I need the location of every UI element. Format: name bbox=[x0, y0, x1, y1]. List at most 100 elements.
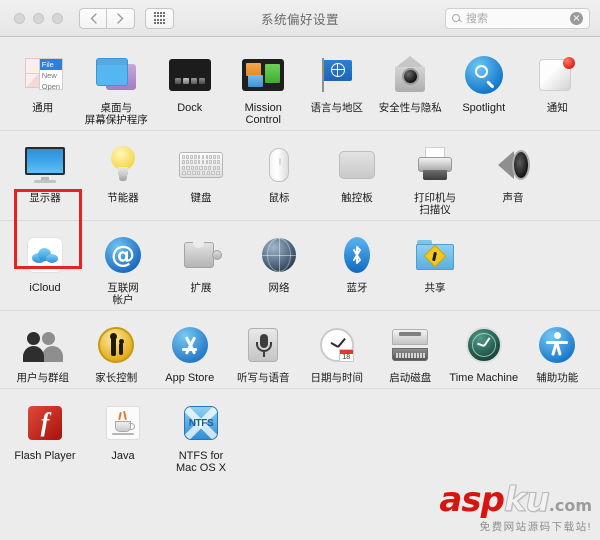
extensions-icon bbox=[179, 233, 223, 277]
pref-displays[interactable]: 显示器 bbox=[8, 137, 82, 216]
pref-label: Time Machine bbox=[449, 372, 519, 384]
pref-label: 互联网 帐户 bbox=[107, 282, 139, 306]
pref-printers-scanners[interactable]: 打印机与 扫描仪 bbox=[398, 137, 472, 216]
users-groups-icon bbox=[21, 323, 65, 367]
pref-date-time[interactable]: 18 日期与时间 bbox=[302, 317, 372, 384]
pref-label: Spotlight bbox=[462, 102, 506, 114]
titlebar: 系统偏好设置 搜索 × bbox=[0, 0, 600, 37]
close-button[interactable] bbox=[14, 12, 25, 24]
displays-icon bbox=[23, 143, 67, 187]
app-store-icon bbox=[168, 323, 212, 367]
pref-label: 节能器 bbox=[107, 192, 139, 204]
notifications-icon bbox=[535, 53, 579, 97]
icloud-icon bbox=[23, 233, 67, 277]
traffic-lights bbox=[14, 12, 63, 24]
pref-general[interactable]: File New Open 通用 bbox=[8, 47, 78, 126]
pref-mouse[interactable]: 鼠标 bbox=[242, 137, 316, 216]
mouse-icon bbox=[257, 143, 301, 187]
pref-label: 启动磁盘 bbox=[389, 372, 432, 384]
startup-disk-icon bbox=[388, 323, 432, 367]
pref-flash-player[interactable]: f Flash Player bbox=[8, 395, 82, 474]
pref-trackpad[interactable]: 触控板 bbox=[320, 137, 394, 216]
general-icon: File New Open bbox=[21, 53, 65, 97]
pref-energy-saver[interactable]: 节能器 bbox=[86, 137, 160, 216]
watermark-ku: ku bbox=[503, 480, 550, 520]
date-time-icon: 18 bbox=[315, 323, 359, 367]
pref-label: 触控板 bbox=[341, 192, 373, 204]
pref-label: NTFS for Mac OS X bbox=[175, 450, 227, 474]
pref-label: 蓝牙 bbox=[346, 282, 368, 294]
pref-label: 声音 bbox=[502, 192, 524, 204]
bluetooth-rune-icon bbox=[353, 246, 361, 264]
pref-label: 辅助功能 bbox=[536, 372, 579, 384]
search-icon bbox=[452, 14, 460, 22]
ntfs-icon: NTFS bbox=[179, 401, 223, 445]
watermark-com: .com bbox=[548, 496, 592, 515]
pref-spotlight[interactable]: Spotlight bbox=[449, 47, 519, 126]
pref-dock[interactable]: Dock bbox=[155, 47, 225, 126]
pref-label: 通用 bbox=[32, 102, 54, 114]
parental-controls-icon bbox=[94, 323, 138, 367]
pref-users-groups[interactable]: 用户与群组 bbox=[8, 317, 78, 384]
pref-label: 键盘 bbox=[190, 192, 212, 204]
pref-ntfs[interactable]: NTFS NTFS for Mac OS X bbox=[164, 395, 238, 474]
back-button[interactable] bbox=[79, 7, 107, 29]
pref-mission-control[interactable]: Mission Control bbox=[229, 47, 299, 126]
pref-java[interactable]: Java bbox=[86, 395, 160, 474]
pref-startup-disk[interactable]: 启动磁盘 bbox=[376, 317, 446, 384]
java-icon bbox=[101, 401, 145, 445]
flash-player-icon: f bbox=[23, 401, 67, 445]
dock-icon bbox=[168, 53, 212, 97]
minimize-button[interactable] bbox=[33, 12, 44, 24]
calendar-day: 18 bbox=[342, 354, 351, 361]
watermark-asp: asp bbox=[439, 480, 505, 520]
trackpad-icon bbox=[335, 143, 379, 187]
pref-desktop-screensaver[interactable]: 桌面与 屏幕保护程序 bbox=[82, 47, 152, 126]
pref-notifications[interactable]: 通知 bbox=[523, 47, 593, 126]
pref-sound[interactable]: 声音 bbox=[476, 137, 550, 216]
pref-accessibility[interactable]: 辅助功能 bbox=[523, 317, 593, 384]
pref-app-store[interactable]: App Store bbox=[155, 317, 225, 384]
pref-icloud[interactable]: iCloud bbox=[8, 227, 82, 306]
pref-label: App Store bbox=[165, 372, 215, 384]
mission-control-icon bbox=[241, 53, 285, 97]
pref-security-privacy[interactable]: 安全性与隐私 bbox=[376, 47, 446, 126]
pref-label: 扩展 bbox=[190, 282, 212, 294]
pref-label: Dock bbox=[177, 102, 203, 114]
pref-label: 听写与语音 bbox=[237, 372, 290, 384]
pref-bluetooth[interactable]: 蓝牙 bbox=[320, 227, 394, 306]
dictation-speech-icon bbox=[241, 323, 285, 367]
pref-label: Flash Player bbox=[14, 450, 76, 462]
prefs-row-3: iCloud @ 互联网 帐户 扩展 网络 蓝牙 共享 bbox=[0, 221, 600, 311]
search-clear-button[interactable]: × bbox=[570, 11, 583, 25]
internet-accounts-icon: @ bbox=[101, 233, 145, 277]
pref-network[interactable]: 网络 bbox=[242, 227, 316, 306]
accessibility-icon bbox=[535, 323, 579, 367]
pref-language-region[interactable]: 语言与地区 bbox=[302, 47, 372, 126]
prefs-row-1: File New Open 通用 桌面与 屏幕保护程序 Dock Mission… bbox=[0, 41, 600, 131]
chevron-left-icon bbox=[90, 12, 97, 24]
pref-time-machine[interactable]: Time Machine bbox=[449, 317, 519, 384]
nav-buttons bbox=[79, 7, 135, 29]
pref-keyboard[interactable]: 键盘 bbox=[164, 137, 238, 216]
bluetooth-icon bbox=[335, 233, 379, 277]
pref-sharing[interactable]: 共享 bbox=[398, 227, 472, 306]
pref-label: Mission Control bbox=[244, 102, 282, 126]
pref-extensions[interactable]: 扩展 bbox=[164, 227, 238, 306]
search-input[interactable]: 搜索 × bbox=[445, 7, 590, 29]
pref-label: 用户与群组 bbox=[16, 372, 70, 384]
pref-dictation-speech[interactable]: 听写与语音 bbox=[229, 317, 299, 384]
sharing-icon bbox=[413, 233, 457, 277]
pref-internet-accounts[interactable]: @ 互联网 帐户 bbox=[86, 227, 160, 306]
show-all-button[interactable] bbox=[145, 7, 174, 29]
ntfs-text: NTFS bbox=[188, 417, 214, 429]
network-icon bbox=[257, 233, 301, 277]
keyboard-icon bbox=[179, 143, 223, 187]
watermark: aspku.com 免费网站源码下载站! bbox=[439, 483, 592, 534]
zoom-button[interactable] bbox=[52, 12, 63, 24]
pref-label: 家长控制 bbox=[95, 372, 138, 384]
forward-button[interactable] bbox=[107, 7, 135, 29]
chevron-right-icon bbox=[117, 12, 124, 24]
pref-label: iCloud bbox=[29, 282, 61, 294]
pref-parental-controls[interactable]: 家长控制 bbox=[82, 317, 152, 384]
